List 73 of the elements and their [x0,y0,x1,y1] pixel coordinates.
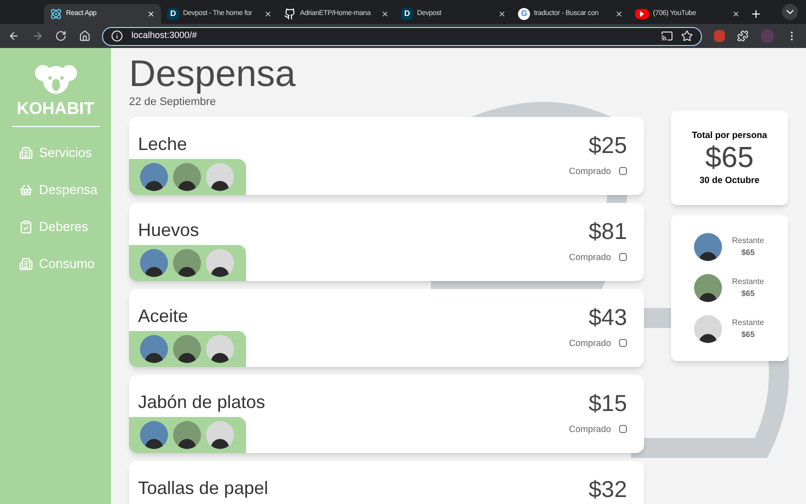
close-icon[interactable] [264,10,272,18]
avatar-placeholder [206,162,234,190]
avatar-placeholder [694,315,722,343]
avatar-placeholder [206,248,234,276]
address-bar[interactable]: localhost:3000/# [102,26,702,46]
avatar-placeholder [173,420,201,448]
summary-label: Total por persona [692,128,768,142]
info-icon [111,30,124,42]
bookmark-star-icon[interactable] [680,30,693,42]
building-icon [19,146,33,160]
forward-icon[interactable] [32,30,44,42]
building-icon [19,257,33,271]
purchased-checkbox[interactable] [619,253,627,262]
close-icon[interactable] [732,10,740,18]
home-icon[interactable] [78,30,90,42]
item-price: $15 [588,388,627,416]
close-icon[interactable] [498,10,506,18]
item-price: $81 [588,216,627,244]
item-name: Toallas de papel [137,476,268,500]
purchased-label: Comprado [568,164,611,178]
avatar-placeholder [140,420,168,448]
basket-icon [19,183,33,197]
brand-name: KOHABIT [16,100,94,117]
purchased-label: Comprado [568,250,611,264]
page-date: 22 de Septiembre [129,95,217,110]
letter-logo-icon: G [518,8,530,20]
tab-menu-button[interactable] [782,4,798,20]
page-title: Despensa [129,54,297,94]
cast-icon[interactable] [660,30,673,42]
url-text: localhost:3000/# [131,29,198,42]
koala-logo-icon [34,64,76,96]
remaining-amount: $65 [741,329,755,341]
avatar-placeholder [140,162,168,190]
remaining-amount: $65 [741,288,755,300]
avatar-placeholder [206,420,234,448]
item-name: Huevos [137,218,200,242]
avatar-placeholder [140,334,168,362]
new-tab-icon[interactable] [750,8,762,20]
close-icon[interactable] [615,10,623,18]
clipboard-icon [19,220,33,234]
purchased-label: Comprado [568,336,611,350]
avatar-placeholder [173,248,201,276]
back-icon[interactable] [8,30,20,42]
avatar-placeholder [206,334,234,362]
purchased-checkbox[interactable] [619,339,627,348]
avatar-placeholder [140,248,168,276]
item-name: Jabón de platos [137,390,266,414]
remaining-amount: $65 [741,247,755,259]
remaining-label: Restante [732,235,764,247]
summary-amount: $65 [705,142,754,174]
item-price: $43 [588,302,627,330]
atom-icon [50,8,62,20]
avatar-placeholder [694,274,722,302]
item-name: Leche [137,132,188,156]
puzzle-icon[interactable] [737,30,749,42]
letter-logo-icon: D [167,8,179,20]
avatar-placeholder [694,233,722,261]
play-logo-icon [635,9,649,19]
purchased-checkbox[interactable] [619,425,627,434]
remaining-label: Restante [732,276,764,288]
item-price: $25 [588,130,627,158]
close-icon[interactable] [381,10,389,18]
item-name: Aceite [137,304,190,328]
item-price: $32 [588,474,627,502]
purchased-checkbox[interactable] [619,167,627,176]
avatar-placeholder [173,334,201,362]
summary-date: 30 de Octubre [699,174,760,187]
cat-icon [284,8,296,20]
reload-icon[interactable] [55,30,67,42]
purchased-label: Comprado [568,422,611,436]
remaining-label: Restante [732,317,764,329]
avatar-placeholder [173,162,201,190]
letter-logo-icon: D [401,8,413,20]
